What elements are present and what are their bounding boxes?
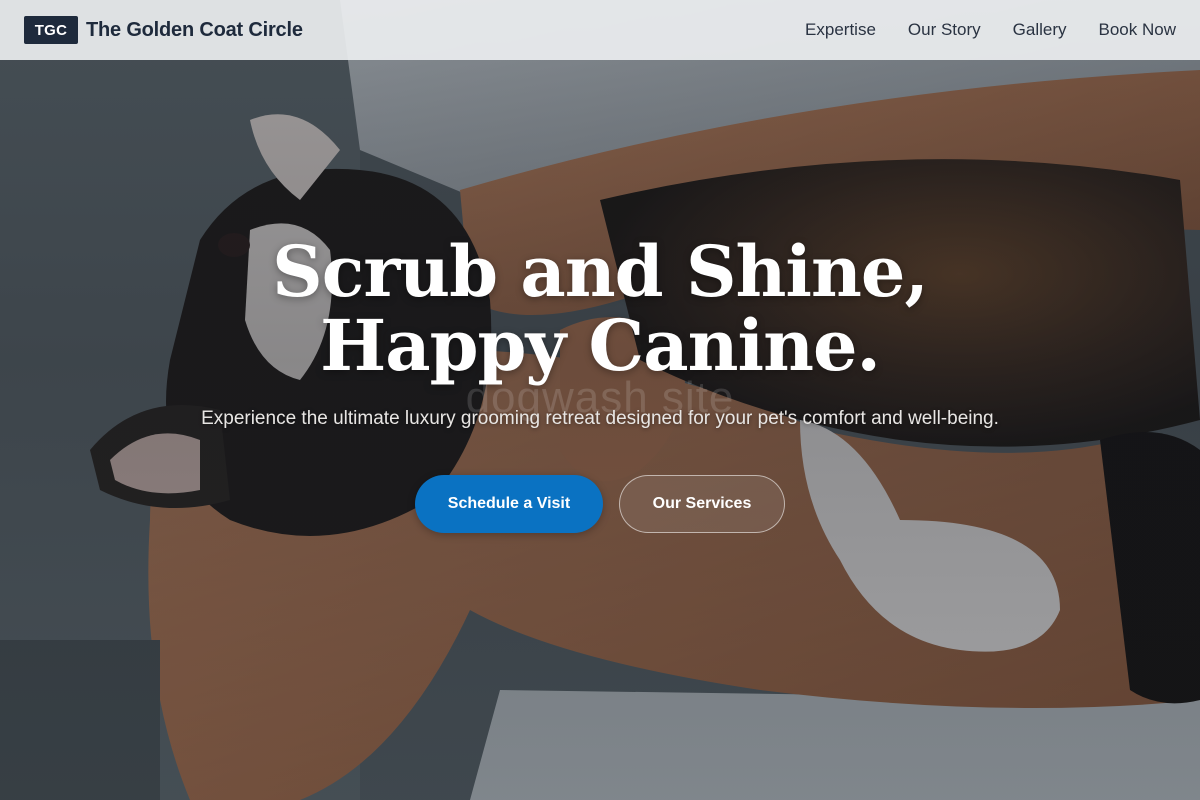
- nav-links: Expertise Our Story Gallery Book Now: [805, 20, 1176, 40]
- hero-headline: Scrub and Shine, Happy Canine.: [0, 235, 1200, 383]
- schedule-visit-button[interactable]: Schedule a Visit: [415, 475, 603, 533]
- nav-link-our-story[interactable]: Our Story: [908, 20, 981, 40]
- nav-link-gallery[interactable]: Gallery: [1013, 20, 1067, 40]
- brand-logo[interactable]: TGC The Golden Coat Circle: [24, 16, 303, 44]
- hero-subtitle: Experience the ultimate luxury grooming …: [201, 408, 999, 429]
- top-navbar: TGC The Golden Coat Circle Expertise Our…: [0, 0, 1200, 60]
- hero-content: Scrub and Shine, Happy Canine. Experienc…: [0, 235, 1200, 533]
- nav-link-book-now[interactable]: Book Now: [1099, 20, 1176, 40]
- brand-badge: TGC: [24, 16, 78, 44]
- nav-link-expertise[interactable]: Expertise: [805, 20, 876, 40]
- hero-headline-line2: Happy Canine.: [320, 304, 881, 387]
- cta-row: Schedule a Visit Our Services: [0, 475, 1200, 533]
- our-services-button[interactable]: Our Services: [619, 475, 785, 533]
- brand-name: The Golden Coat Circle: [86, 18, 303, 41]
- hero-headline-line1: Scrub and Shine,: [272, 230, 929, 313]
